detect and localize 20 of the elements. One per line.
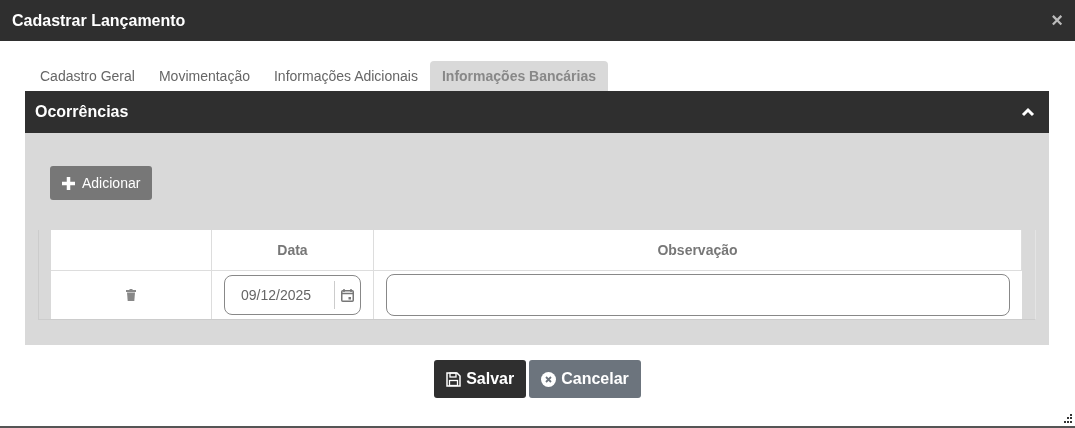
window-title: Cadastrar Lançamento (12, 11, 186, 30)
trash-icon[interactable] (126, 289, 136, 301)
tab[interactable]: Cadastro Geral (28, 61, 147, 91)
close-button[interactable]: × (1051, 9, 1063, 32)
observation-field[interactable] (386, 274, 1010, 316)
save-button[interactable]: Salvar (434, 360, 527, 398)
chevron-icon (1021, 107, 1035, 117)
add-button[interactable]: Adicionar (50, 166, 153, 200)
date-field[interactable]: 09/12/2025 (224, 275, 361, 315)
column-title: Data (277, 242, 308, 258)
tab[interactable]: Informações Adicionais (262, 61, 430, 91)
cancel-button[interactable]: Cancelar (529, 360, 641, 398)
tab[interactable]: Movimentação (146, 61, 262, 91)
calendar-icon (341, 288, 354, 302)
column-title: Observação (657, 242, 738, 258)
close-circle-icon (541, 371, 557, 387)
plus-icon (62, 176, 75, 190)
resize-grip-icon[interactable] (1063, 414, 1072, 423)
section-title: Ocorrências (35, 103, 129, 121)
collapse-button[interactable] (1021, 107, 1035, 117)
